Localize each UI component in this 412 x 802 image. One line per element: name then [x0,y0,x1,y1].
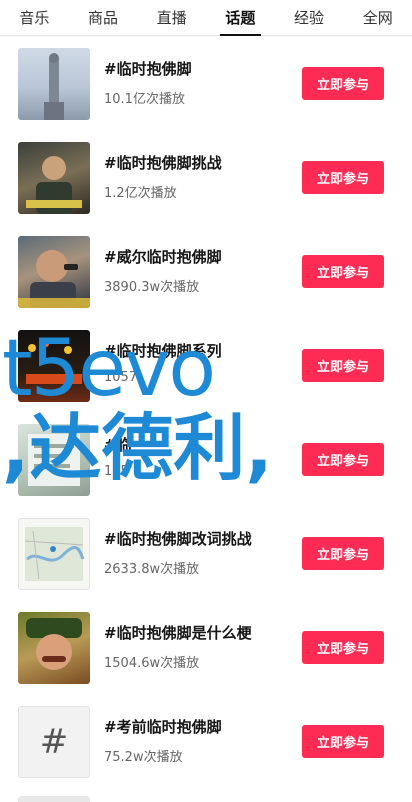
topic-play-count: 10.1亿次播放 [104,92,185,107]
topic-play-count: 75.2w次播放 [104,750,183,765]
join-button[interactable]: 立即参与 [302,443,384,476]
topic-play-count: 1.2亿次播放 [104,186,177,201]
join-button[interactable]: 立即参与 [302,161,384,194]
document-image [28,434,80,486]
topic-row[interactable]: #临时抱佛脚是什么梗 1504.6w次播放 立即参与 [0,600,412,694]
topic-play-count: 2633.8w次播放 [104,562,200,577]
tab-live[interactable]: 直播 [137,0,206,35]
topic-title: #威尔临时抱佛脚 [104,248,222,266]
topic-row[interactable]: #临时抱佛脚改词挑战 2633.8w次播放 立即参与 [0,506,412,600]
topic-thumbnail[interactable] [18,48,90,120]
tab-experience[interactable]: 经验 [275,0,344,35]
topic-title: #考前临时抱佛脚 [104,718,222,736]
stage-image [26,341,82,384]
statue-image [44,53,64,120]
topic-thumbnail[interactable] [18,142,90,214]
singer-image [18,250,90,308]
join-button[interactable]: 立即参与 [302,537,384,570]
topic-list: #临时抱佛脚 10.1亿次播放 立即参与 #临时抱佛脚挑战 1.2亿次播放 立即… [0,36,412,788]
next-row-thumbnail-peek [18,796,90,802]
topic-thumbnail[interactable] [18,612,90,684]
tab-bar: 音乐 商品 直播 话题 经验 全网 [0,0,412,36]
topic-title: #临时抱佛脚挑战 [104,154,222,172]
topic-thumbnail[interactable]: # [18,706,90,778]
tab-music[interactable]: 音乐 [0,0,69,35]
topic-title: #临时抱佛脚系列 [104,342,222,360]
join-button[interactable]: 立即参与 [302,349,384,382]
topic-title: #临时抱佛脚改词挑战 [104,530,252,548]
topic-title: #临 [104,436,132,454]
topic-row[interactable]: #临时抱佛脚 10.1亿次播放 立即参与 [0,36,412,130]
person-with-hat-image [26,618,82,670]
tab-all-web[interactable]: 全网 [343,0,412,35]
topic-row[interactable]: #临时抱佛脚挑战 1.2亿次播放 立即参与 [0,130,412,224]
topic-row[interactable]: #临时抱佛脚系列 1057 立即参与 [0,318,412,412]
join-button[interactable]: 立即参与 [302,631,384,664]
topic-row[interactable]: #临 155 立即参与 [0,412,412,506]
join-button[interactable]: 立即参与 [302,255,384,288]
topic-thumbnail[interactable] [18,330,90,402]
tab-products[interactable]: 商品 [69,0,138,35]
tab-topics[interactable]: 话题 [206,0,275,36]
topic-thumbnail[interactable] [18,236,90,308]
join-button[interactable]: 立即参与 [302,725,384,758]
person-image [26,156,82,214]
topic-play-count: 1504.6w次播放 [104,656,200,671]
topic-row[interactable]: # #考前临时抱佛脚 75.2w次播放 立即参与 [0,694,412,788]
topic-title: #临时抱佛脚是什么梗 [104,624,252,642]
hashtag-icon: # [39,722,69,762]
topic-thumbnail[interactable] [18,424,90,496]
topic-play-count: 1057 [104,370,138,385]
topic-thumbnail[interactable] [18,518,90,590]
topic-row[interactable]: #威尔临时抱佛脚 3890.3w次播放 立即参与 [0,224,412,318]
topic-play-count: 155 [104,464,129,479]
topic-play-count: 3890.3w次播放 [104,280,200,295]
map-image [24,527,85,581]
topic-title: #临时抱佛脚 [104,60,192,78]
join-button[interactable]: 立即参与 [302,67,384,100]
